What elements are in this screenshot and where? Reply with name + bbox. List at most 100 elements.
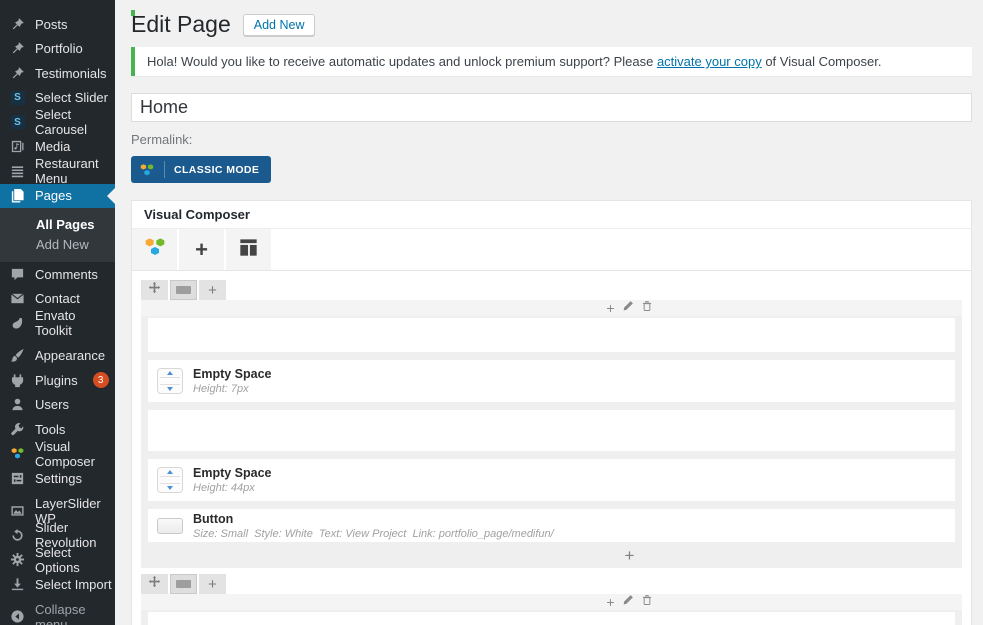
sidebar-item-label: Select Slider (35, 90, 108, 105)
sidebar-item-label: Select Carousel (35, 107, 115, 137)
gear-icon (9, 551, 26, 568)
visual-composer-metabox: Visual Composer + (131, 200, 972, 625)
sidebar-item-plugins[interactable]: Plugins 3 (0, 368, 115, 393)
add-new-button[interactable]: Add New (243, 14, 316, 36)
vc-logo-button[interactable] (132, 229, 177, 270)
sidebar-item-label: Pages (35, 188, 72, 203)
element-meta: Height: 7px (193, 383, 272, 395)
content-area: Edit Page Add New Hola! Would you like t… (115, 10, 983, 625)
sidebar-item-appearance[interactable]: Appearance (0, 344, 115, 369)
add-element-icon[interactable]: + (625, 547, 635, 564)
plugins-update-badge: 3 (93, 372, 109, 388)
notice-text: of Visual Composer. (762, 54, 882, 69)
s-badge-icon: S (9, 89, 26, 106)
row-layout-icon (176, 286, 191, 294)
activate-copy-link[interactable]: activate your copy (657, 54, 762, 69)
element-title: Button (193, 512, 554, 526)
sidebar-item-label: Select Import (35, 577, 112, 592)
sidebar-item-portfolio[interactable]: Portfolio (0, 37, 115, 62)
sidebar-item-testimonials[interactable]: Testimonials (0, 61, 115, 86)
edit-pencil-icon[interactable] (622, 299, 634, 317)
submenu-item-add-new[interactable]: Add New (0, 235, 115, 255)
add-row-button[interactable]: + (199, 574, 226, 594)
menu-list-icon (9, 163, 26, 180)
sidebar-item-restaurant-menu[interactable]: Restaurant Menu (0, 159, 115, 184)
sidebar-item-label: Select Options (35, 545, 115, 575)
sidebar-item-comments[interactable]: Comments (0, 262, 115, 287)
add-to-column-icon[interactable]: + (606, 301, 614, 315)
composer-row: + + (141, 574, 962, 625)
row-container: + (141, 594, 962, 625)
sidebar-item-posts[interactable]: Posts (0, 12, 115, 37)
button-element-icon (157, 518, 183, 534)
user-icon (9, 396, 26, 413)
move-icon (148, 281, 161, 299)
pages-icon (9, 187, 26, 204)
move-icon (148, 575, 161, 593)
drag-row-handle[interactable] (141, 574, 168, 594)
add-element-button[interactable]: + (179, 229, 224, 270)
templates-button[interactable] (226, 229, 271, 270)
sidebar-item-select-import[interactable]: Select Import (0, 572, 115, 597)
row-layout-button[interactable] (170, 574, 197, 594)
sidebar-item-users[interactable]: Users (0, 393, 115, 418)
pin-icon (9, 65, 26, 82)
sidebar-item-pages[interactable]: Pages (0, 184, 115, 209)
sidebar-item-label: Collapse menu (35, 602, 115, 625)
classic-mode-button[interactable]: CLASSIC MODE (131, 156, 271, 183)
download-icon (9, 576, 26, 593)
composer-element-blank[interactable] (148, 318, 955, 352)
sidebar-item-collapse-menu[interactable]: Collapse menu (0, 605, 115, 625)
sidebar-item-select-options[interactable]: Select Options (0, 548, 115, 573)
column-header: + (141, 594, 962, 610)
plus-icon: + (208, 577, 217, 592)
composer-element-empty-space[interactable]: Empty Space Height: 44px (148, 459, 955, 501)
sidebar-item-settings[interactable]: Settings (0, 466, 115, 491)
visual-composer-logo-icon (139, 161, 165, 178)
composer-canvas: + + Empty Spac (132, 271, 971, 625)
pin-icon (9, 40, 26, 57)
pages-submenu: All Pages Add New (0, 208, 115, 262)
permalink-label: Permalink: (131, 132, 972, 147)
edit-pencil-icon[interactable] (622, 593, 634, 611)
row-layout-button[interactable] (170, 280, 197, 300)
visual-composer-logo-icon (9, 445, 26, 462)
column-controls: + (606, 593, 652, 611)
sidebar-item-label: Users (35, 397, 69, 412)
sidebar-item-label: Media (35, 139, 70, 154)
row-controls: + (141, 280, 962, 300)
composer-element-blank[interactable] (148, 612, 955, 625)
drag-row-handle[interactable] (141, 280, 168, 300)
composer-element-blank[interactable] (148, 410, 955, 451)
plus-icon: + (208, 283, 217, 298)
sidebar-item-label: Appearance (35, 348, 105, 363)
composer-element-empty-space[interactable]: Empty Space Height: 7px (148, 360, 955, 402)
sidebar-item-label: Testimonials (35, 66, 107, 81)
layers-photo-icon (9, 502, 26, 519)
sidebar-item-label: Plugins (35, 373, 78, 388)
empty-space-icon (157, 467, 183, 493)
sidebar-item-envato-toolkit[interactable]: Envato Toolkit (0, 311, 115, 336)
composer-element-button[interactable]: Button Size: Small Style: White Text: Vi… (148, 509, 955, 542)
empty-space-icon (157, 368, 183, 394)
sidebar-item-label: Restaurant Menu (35, 156, 115, 186)
sidebar-item-visual-composer[interactable]: Visual Composer (0, 442, 115, 467)
plug-icon (9, 372, 26, 389)
admin-sidebar: Posts Portfolio Testimonials S Select Sl… (0, 0, 115, 625)
submenu-item-all-pages[interactable]: All Pages (0, 215, 115, 235)
trash-icon[interactable] (641, 299, 653, 317)
collapse-arrow-icon (9, 608, 26, 625)
add-row-button[interactable]: + (199, 280, 226, 300)
comment-icon (9, 266, 26, 283)
page-title-input[interactable] (131, 93, 972, 122)
add-to-column-icon[interactable]: + (606, 595, 614, 609)
settings-icon (9, 470, 26, 487)
sidebar-item-label: Visual Composer (35, 439, 115, 469)
row-layout-icon (176, 580, 191, 588)
media-icon (9, 138, 26, 155)
trash-icon[interactable] (641, 593, 653, 611)
envelope-icon (9, 290, 26, 307)
sidebar-item-select-carousel[interactable]: S Select Carousel (0, 110, 115, 135)
element-meta: Size: Small Style: White Text: View Proj… (193, 528, 554, 540)
column-controls: + (606, 299, 652, 317)
